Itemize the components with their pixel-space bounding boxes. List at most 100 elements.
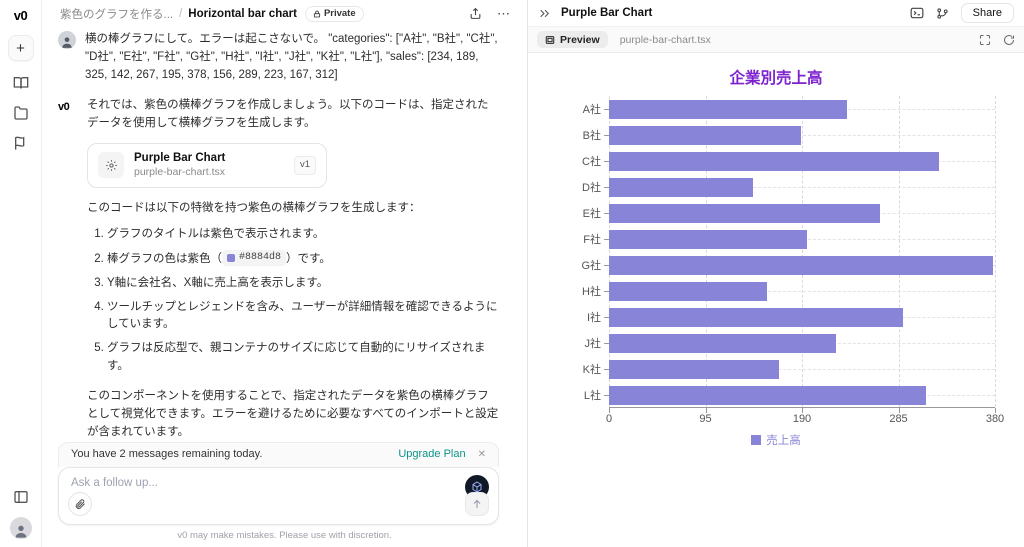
y-axis-label: C社 [528,148,609,174]
chat-input[interactable]: Ask a follow up... [58,467,499,525]
y-axis-label: E社 [528,200,609,226]
bar-row [609,356,995,382]
new-chat-button[interactable]: + [8,35,34,61]
paperclip-icon [74,498,86,510]
code-block-card[interactable]: Purple Bar Chart purple-bar-chart.tsx v1 [87,143,327,188]
lock-icon [313,10,321,18]
projects-book-icon[interactable] [13,75,29,91]
preview-header: Purple Bar Chart Share [528,0,1024,27]
features-intro-text: このコードは以下の特徴を持つ紫色の横棒グラフを生成します： [87,200,499,218]
send-button[interactable] [465,492,489,516]
y-axis-label: B社 [528,122,609,148]
y-axis-label: K社 [528,356,609,382]
y-axis-label: I社 [528,304,609,330]
bar-chart: A社B社C社D社E社F社G社H社I社J社K社L社 [528,96,1024,408]
sidebar-toggle-icon[interactable] [13,489,29,505]
x-axis: 095190285380 [609,408,995,426]
color-chip: #8884d8 [222,250,286,266]
preview-title: Purple Bar Chart [561,7,652,19]
y-axis-label: G社 [528,252,609,278]
window-icon [545,35,555,45]
quota-text: You have 2 messages remaining today. [71,448,262,460]
version-branch-icon[interactable] [936,7,949,20]
x-tick-label: 285 [889,413,907,425]
component-gear-icon [98,152,124,178]
folder-icon[interactable] [13,105,29,121]
bar-C社[interactable] [609,152,939,171]
bar-E社[interactable] [609,204,880,223]
fullscreen-icon[interactable] [979,34,991,46]
bar-H社[interactable] [609,282,767,301]
preview-tabs: Preview purple-bar-chart.tsx [528,27,1024,53]
user-message-text: 横の棒グラフにして。エラーは起こさないで。 "categories": ["A社… [85,31,499,84]
disclaimer-text: v0 may make mistakes. Please use with di… [42,530,527,541]
plus-icon: + [16,40,25,57]
chart-preview: 企業別売上高 A社B社C社D社E社F社G社H社I社J社K社L社 0 95 190 28… [528,54,1024,547]
bar-row [609,382,995,408]
feature-item-4: ツールチップとレジェンドを含み、ユーザーが詳細情報を確認できるようにしています。 [107,299,499,335]
y-axis-label: H社 [528,278,609,304]
chat-panel: 紫色のグラフを作る... / Horizontal bar chart Priv… [42,0,527,547]
bar-row [609,148,995,174]
bar-J社[interactable] [609,334,836,353]
bar-K社[interactable] [609,360,779,379]
y-axis-label: A社 [528,96,609,122]
chat-input-placeholder: Ask a follow up... [71,477,158,489]
private-badge[interactable]: Private [305,6,364,22]
console-icon[interactable] [910,6,924,20]
bar-I社[interactable] [609,308,903,327]
banner-close-icon[interactable]: ✕ [478,449,486,460]
x-tick-label: 190 [793,413,811,425]
code-card-filename: purple-bar-chart.tsx [134,166,225,180]
bar-A社[interactable] [609,100,847,119]
chart-legend: 売上高 [528,432,1024,448]
arrow-up-icon [471,498,483,510]
y-axis-labels: A社B社C社D社E社F社G社H社I社J社K社L社 [528,96,609,408]
version-badge: v1 [294,156,316,175]
bar-L社[interactable] [609,386,926,405]
x-tick-label: 0 [606,413,612,425]
chat-header: 紫色のグラフを作る... / Horizontal bar chart Priv… [42,0,527,27]
composer: You have 2 messages remaining today. Upg… [58,442,499,525]
bar-G社[interactable] [609,256,993,275]
upgrade-plan-link[interactable]: Upgrade Plan [398,448,465,460]
y-axis-label: D社 [528,174,609,200]
bar-F社[interactable] [609,230,807,249]
bar-row [609,96,995,122]
bar-row [609,226,995,252]
x-tick-label: 95 [699,413,711,425]
legend-swatch [751,435,761,445]
export-icon[interactable] [469,7,482,20]
user-avatar[interactable] [10,517,32,539]
bar-row [609,122,995,148]
features-list: グラフのタイトルは紫色で表示されます。 棒グラフの色は紫色（#8884d8）です… [107,226,499,375]
y-axis-label: L社 [528,382,609,408]
bar-row [609,304,995,330]
refresh-icon[interactable] [1003,34,1015,46]
assistant-intro-text: それでは、紫色の横棒グラフを作成しましょう。以下のコードは、指定されたデータを使… [87,97,499,133]
bar-B社[interactable] [609,126,801,145]
bar-D社[interactable] [609,178,753,197]
breadcrumb-chat-title[interactable]: Horizontal bar chart [188,8,297,20]
chart-title: 企業別売上高 [528,66,1024,88]
v0-logo[interactable]: v0 [14,8,27,23]
code-card-title: Purple Bar Chart [134,151,225,166]
flag-icon[interactable] [13,135,29,151]
preview-filename[interactable]: purple-bar-chart.tsx [620,34,711,46]
feature-item-3: Y軸に会社名、X軸に売上高を表示します。 [107,275,499,293]
bar-row [609,174,995,200]
v0-message-logo: v0 [58,97,78,475]
left-rail: v0 + [0,0,42,547]
collapse-chevrons-icon[interactable] [538,7,551,20]
breadcrumb-project[interactable]: 紫色のグラフを作る... [60,6,173,22]
closing-text: このコンポーネントを使用することで、指定されたデータを紫色の横棒グラフとして視覚… [87,388,499,441]
tab-preview[interactable]: Preview [537,31,608,48]
more-menu-icon[interactable]: ⋯ [497,6,511,22]
preview-panel: Purple Bar Chart Share Preview purple-ba… [527,0,1024,547]
v-gridline [995,96,996,407]
legend-label: 売上高 [766,432,801,448]
feature-item-1: グラフのタイトルは紫色で表示されます。 [107,226,499,244]
user-message-avatar [58,31,76,49]
attach-button[interactable] [68,492,92,516]
share-button[interactable]: Share [961,3,1014,23]
